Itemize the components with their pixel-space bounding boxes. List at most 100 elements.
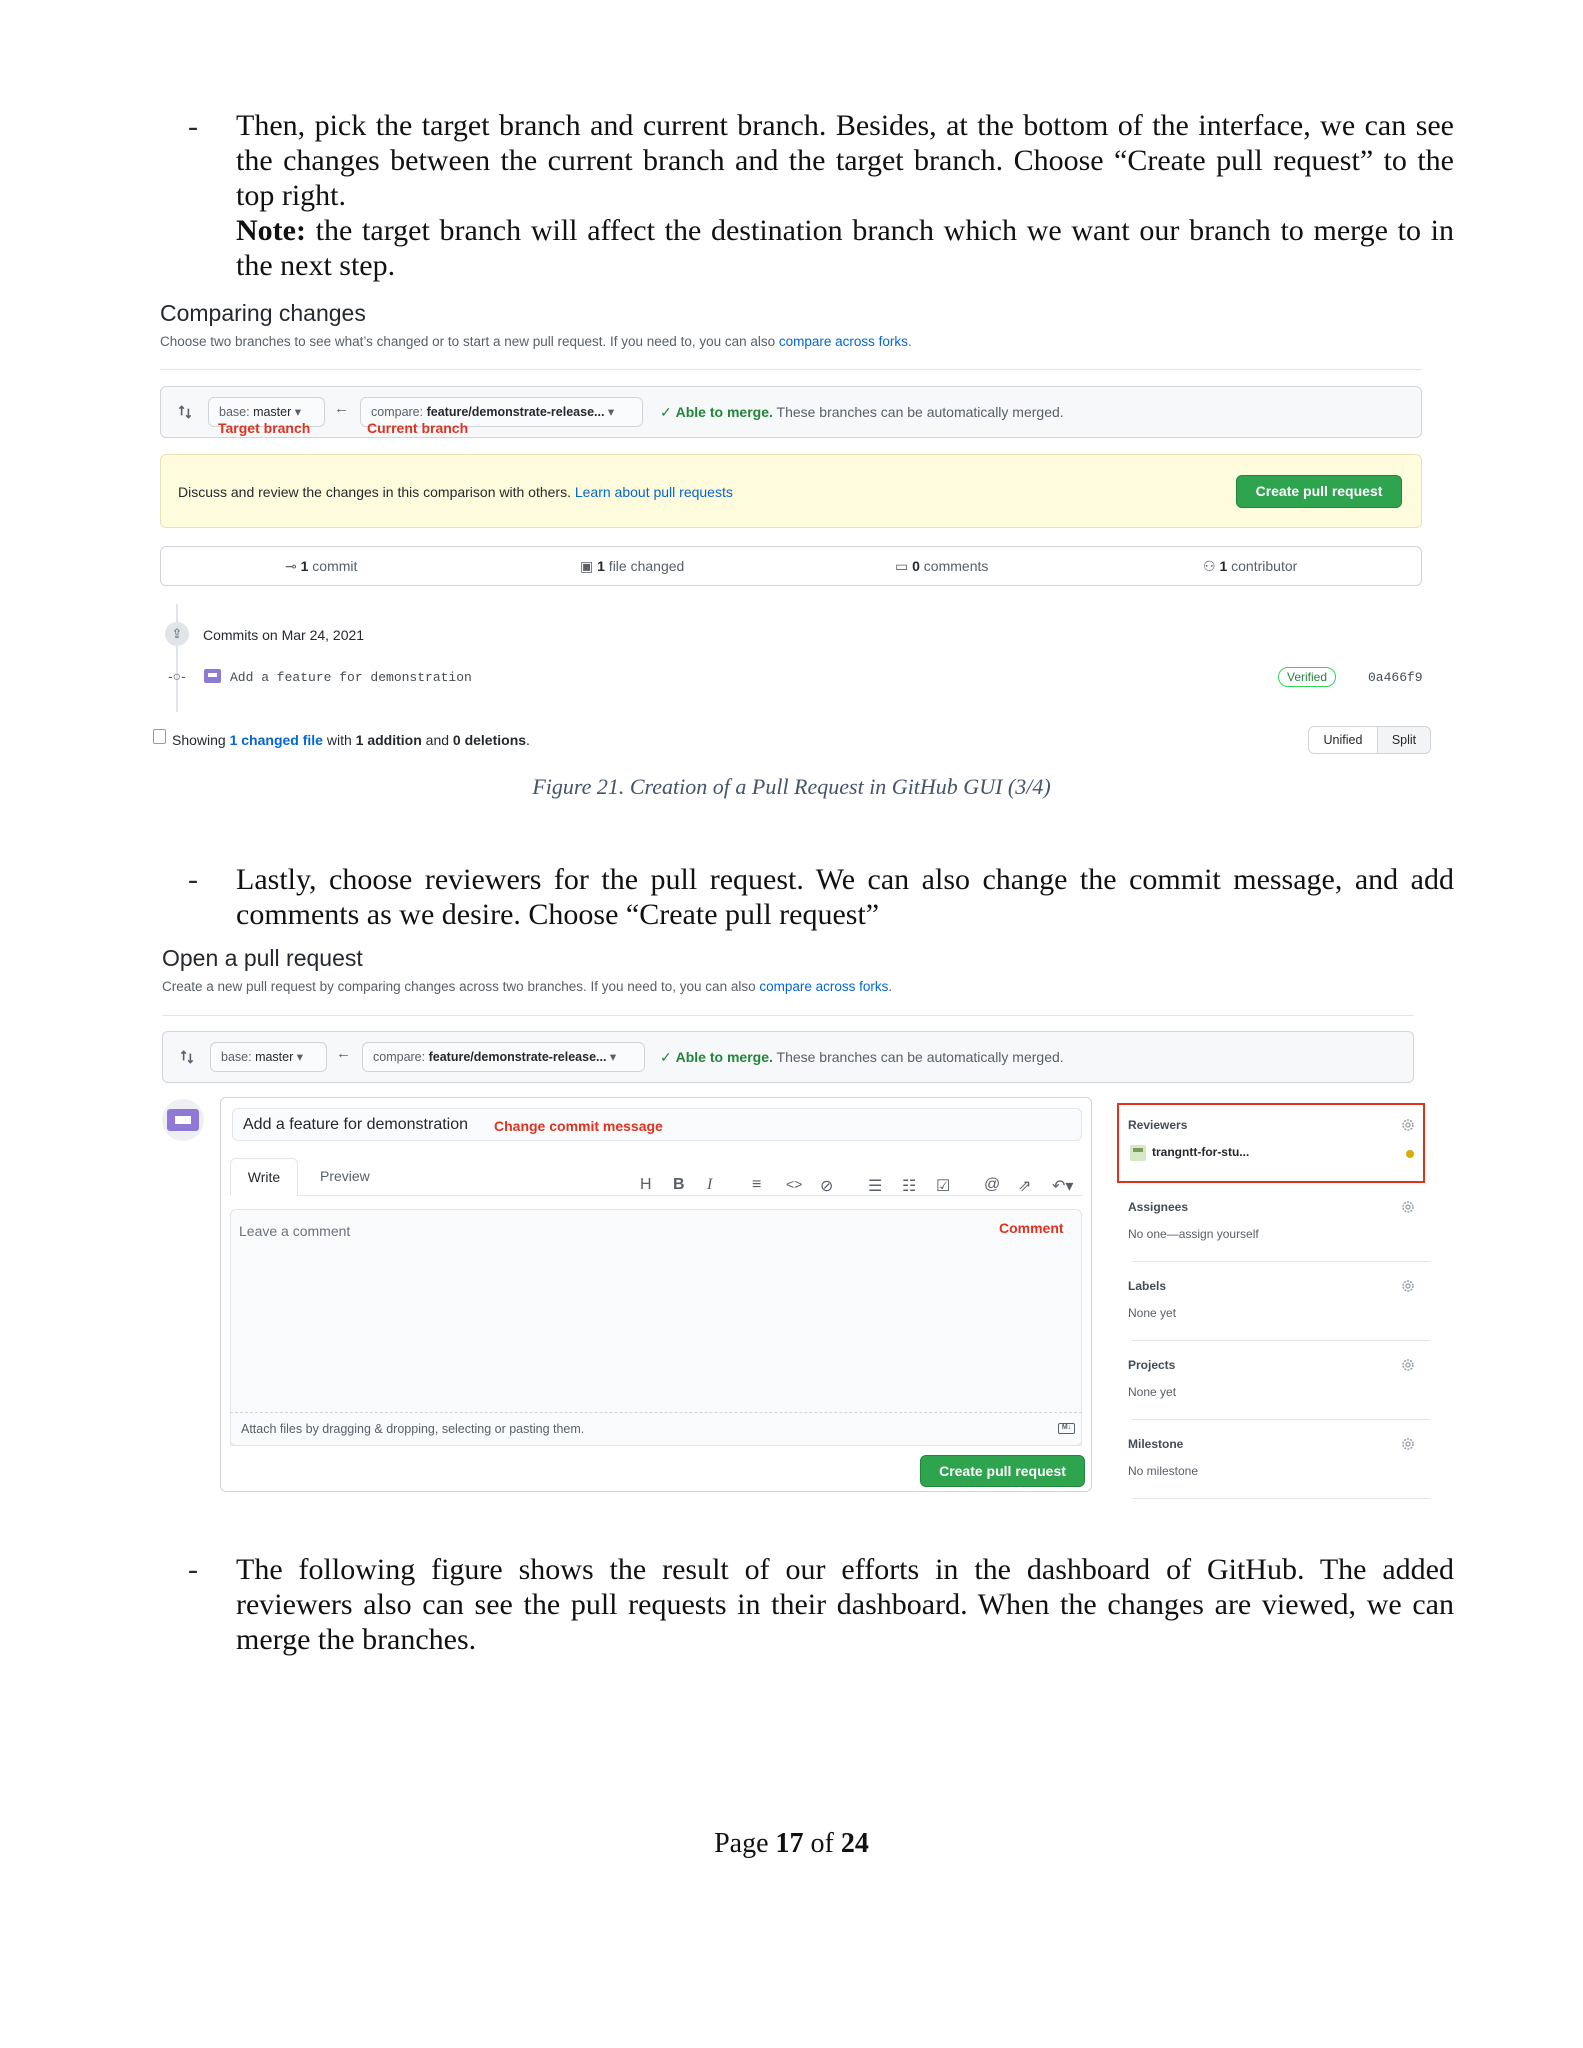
stat-files[interactable]: ▣ 1 file changed: [580, 558, 684, 575]
base-value: master: [253, 405, 292, 419]
fig1-showing: Showing 1 changed file with 1 addition a…: [172, 732, 530, 748]
figure-caption: Figure 21. Creation of a Pull Request in…: [532, 774, 1051, 799]
split-button[interactable]: Split: [1377, 726, 1431, 754]
paragraph-2: Lastly, choose reviewers for the pull re…: [236, 862, 1454, 932]
verified-badge[interactable]: Verified: [1278, 667, 1337, 687]
comment-placeholder: Leave a comment: [239, 1223, 351, 1239]
page-current: 17: [775, 1828, 804, 1859]
current-branch-annotation: Current branch: [367, 420, 469, 436]
stat-files-label: file changed: [604, 558, 685, 574]
comment-textarea[interactable]: [230, 1209, 1082, 1446]
para1-line1: Then, pick the target branch and current…: [236, 109, 1454, 142]
fig2-base-select[interactable]: base: master ▾: [210, 1042, 327, 1072]
projects-gear-icon[interactable]: [1400, 1357, 1416, 1373]
bullet-dash: -: [188, 110, 198, 143]
fig1-subtitle-text: Choose two branches to see what’s change…: [160, 334, 779, 349]
tab-preview[interactable]: Preview: [320, 1168, 370, 1184]
fig1-discuss: Discuss and review the changes in this c…: [178, 484, 733, 500]
merge-ok: Able to merge.: [675, 404, 773, 420]
bold-icon[interactable]: B: [673, 1176, 685, 1194]
para2-line1: Lastly, choose reviewers for the pull re…: [236, 863, 1454, 896]
stat-contributors[interactable]: ⚇ 1 contributor: [1203, 558, 1297, 575]
tab-write[interactable]: Write: [230, 1158, 298, 1196]
fig1-create-pr-button[interactable]: Create pull request: [1236, 475, 1402, 508]
para1-line2: the changes between the current branch a…: [236, 144, 1454, 177]
pr-title-value: Add a feature for demonstration: [243, 1116, 469, 1133]
mention-icon[interactable]: @: [984, 1176, 1000, 1194]
fig2-compare-forks-link[interactable]: compare across forks: [759, 979, 888, 994]
fig1-merge-status: ✓ Able to merge. These branches can be a…: [660, 404, 1064, 421]
reviewer-name[interactable]: trangntt-for-stu...: [1152, 1145, 1249, 1159]
merge-text: These branches can be automatically merg…: [772, 404, 1064, 420]
reviewers-gear-icon[interactable]: [1400, 1117, 1416, 1133]
assignees-gear-icon[interactable]: [1400, 1199, 1416, 1215]
note-text: the target branch will affect the destin…: [305, 214, 1454, 247]
merge-ok-2: Able to merge.: [675, 1049, 773, 1065]
quote-icon[interactable]: ≡: [752, 1176, 761, 1194]
fig2-compare-select[interactable]: compare: feature/demonstrate-release... …: [362, 1042, 645, 1072]
stat-comments[interactable]: ▭ 0 comments: [895, 558, 988, 575]
labels-label: Labels: [1128, 1279, 1167, 1293]
labels-value: None yet: [1128, 1306, 1177, 1320]
para2-line2: comments as we desire. Choose “Create pu…: [236, 898, 880, 931]
labels-gear-icon[interactable]: [1400, 1278, 1416, 1294]
page-label: Page: [714, 1828, 776, 1859]
milestone-gear-icon[interactable]: [1400, 1436, 1416, 1452]
commit-message-link[interactable]: Add a feature for demonstration: [230, 670, 472, 685]
reviewers-highlight: [1117, 1103, 1425, 1183]
unified-button[interactable]: Unified: [1308, 726, 1378, 754]
para1-note: Note: the target branch will affect the …: [236, 213, 1454, 248]
arrow-left-icon-2: ←: [336, 1045, 351, 1062]
stat-comments-label: comments: [919, 558, 989, 574]
stat-files-num: 1: [597, 558, 605, 574]
target-branch-annotation: Target branch: [218, 420, 311, 436]
pending-review-dot: [1406, 1150, 1414, 1158]
reply-icon[interactable]: ↶▾: [1052, 1176, 1073, 1196]
author-avatar: [162, 1099, 204, 1141]
compare-icon: [178, 405, 192, 419]
comment-icon: ▭: [895, 558, 909, 574]
stat-comments-num: 0: [912, 558, 920, 574]
fig2-subtitle-text: Create a new pull request by comparing c…: [162, 979, 760, 994]
projects-label: Projects: [1128, 1358, 1176, 1372]
fig2-subtitle: Create a new pull request by comparing c…: [162, 979, 892, 994]
note-label: Note:: [236, 214, 306, 247]
changed-file-link[interactable]: 1 changed file: [230, 732, 323, 748]
fig1-title: Comparing changes: [160, 300, 366, 326]
fig2-create-pr-button[interactable]: Create pull request: [920, 1455, 1085, 1487]
heading-icon[interactable]: H: [640, 1176, 652, 1194]
learn-pr-link[interactable]: Learn about pull requests: [575, 484, 733, 500]
link-icon[interactable]: ⊘: [820, 1176, 833, 1196]
assignees-value[interactable]: No one—assign yourself: [1128, 1227, 1259, 1241]
reference-icon[interactable]: ⇗: [1018, 1176, 1031, 1196]
commit-dot-icon: -○-: [168, 668, 186, 684]
italic-icon[interactable]: I: [707, 1176, 712, 1194]
bulleted-list-icon[interactable]: ☰: [868, 1176, 882, 1196]
fig2-subtitle-end: .: [888, 979, 893, 994]
stat-commits-label: commit: [308, 558, 358, 574]
fig2-title: Open a pull request: [162, 945, 363, 971]
bullet-dash-3: -: [188, 1553, 198, 1586]
file-diff-icon: ▣: [580, 558, 594, 574]
numbered-list-icon[interactable]: ☷: [902, 1176, 916, 1196]
discuss-text: Discuss and review the changes in this c…: [178, 484, 575, 500]
task-list-icon[interactable]: ☑: [936, 1176, 950, 1196]
attach-text: Attach files by dragging & dropping, sel…: [241, 1422, 585, 1436]
base-value-2: master: [255, 1050, 294, 1064]
stat-commits[interactable]: ⊸ 1 commit: [285, 558, 357, 575]
comment-annotation: Comment: [999, 1220, 1064, 1236]
para3-line2: reviewers also can see the pull requests…: [236, 1588, 1454, 1621]
showing-text: Showing: [172, 732, 230, 748]
tabs-divider: [230, 1195, 1082, 1196]
paragraph-3: The following figure shows the result of…: [236, 1552, 1454, 1657]
fig2-divider: [162, 1015, 1414, 1016]
para3-line1: The following figure shows the result of…: [236, 1553, 1454, 1586]
with-text: with: [322, 732, 356, 748]
base-prefix-2: base:: [221, 1050, 256, 1064]
timeline-line: [176, 604, 178, 712]
code-icon[interactable]: <>: [786, 1176, 802, 1192]
markdown-icon: M↓: [1058, 1423, 1075, 1434]
commit-sha[interactable]: 0a466f9: [1368, 670, 1423, 685]
check-icon-2: ✓: [660, 1049, 676, 1065]
compare-forks-link[interactable]: compare across forks: [779, 334, 908, 349]
